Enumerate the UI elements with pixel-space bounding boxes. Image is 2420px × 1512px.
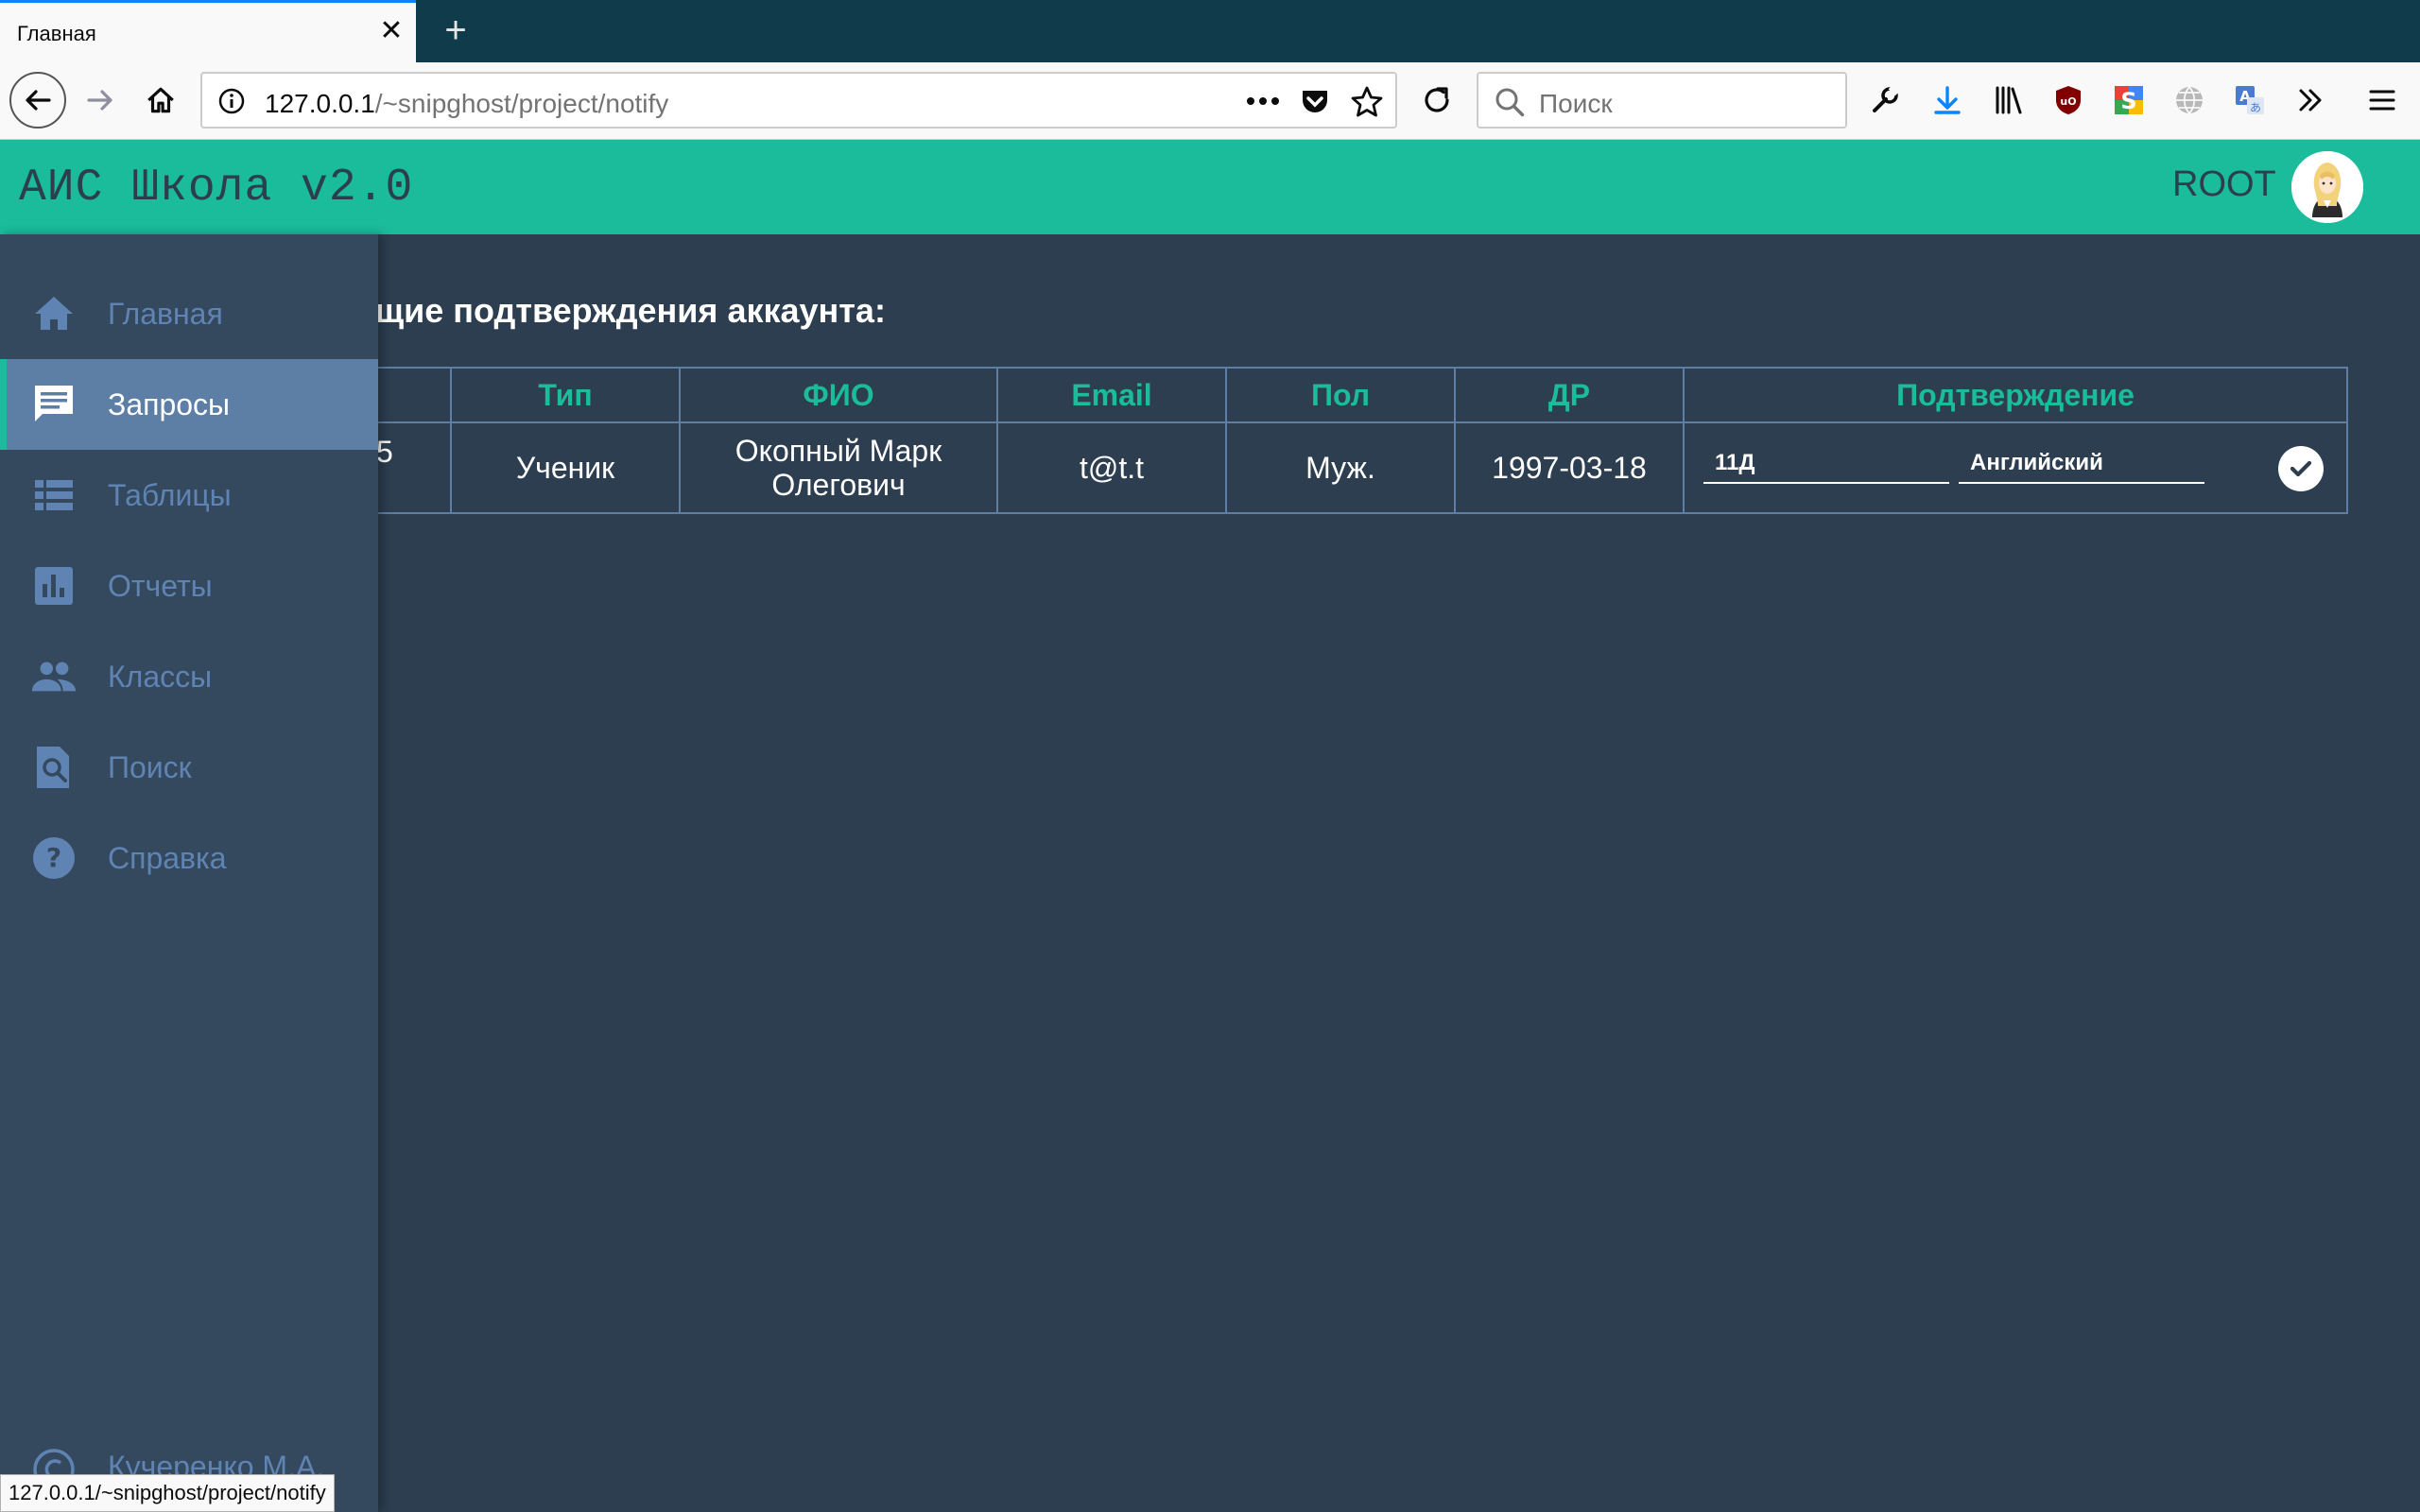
bar-chart-icon [30, 562, 78, 610]
reload-button[interactable] [1410, 74, 1463, 127]
pocket-icon[interactable] [1299, 85, 1331, 117]
sidebar-item-label: Поиск [108, 749, 192, 784]
cell-fio-line1: Окопный Марк [735, 434, 942, 468]
column-header-type: Тип [450, 367, 681, 423]
cell-birthdate: 1997-03-18 [1454, 421, 1685, 514]
arrow-left-icon [26, 90, 51, 111]
new-tab-button[interactable]: + [437, 8, 475, 53]
cell-gender: Муж. [1225, 421, 1456, 514]
url-bar[interactable]: 127.0.0.1/~snipghost/project/notify [200, 72, 1397, 129]
cell-type: Ученик [450, 421, 681, 514]
browser-toolbar: 127.0.0.1/~snipghost/project/notify Поис… [0, 62, 2420, 140]
library-icon [1996, 86, 2022, 114]
arrow-right-icon [87, 90, 112, 111]
translate-icon: Aあ [2236, 86, 2264, 114]
globe-icon [2176, 86, 2203, 114]
info-icon [218, 88, 245, 114]
sidebar-item-home[interactable]: Главная [0, 268, 378, 359]
double-chevron-right-icon [2299, 89, 2322, 112]
library-button[interactable] [1981, 74, 2034, 127]
home-icon [147, 87, 174, 113]
bookmark-star-icon[interactable] [1350, 85, 1384, 119]
sidebar-item-label: Главная [108, 296, 223, 331]
sidebar-item-label: Отчеты [108, 568, 213, 603]
hamburger-icon [2369, 90, 2395, 111]
checkmark-icon [2290, 460, 2312, 477]
sidebar-item-classes[interactable]: Классы [0, 631, 378, 722]
class-input[interactable]: 11Д [1703, 442, 1949, 484]
sidebar-item-reports[interactable]: Отчеты [0, 541, 378, 631]
home-icon [30, 290, 78, 337]
cell-fio: Окопный Марк Олегович [679, 421, 998, 514]
requests-table: Тип ФИО Email Пол ДР Подтверждение 5 Уче… [170, 367, 2348, 514]
sidebar-item-label: Таблицы [108, 477, 232, 512]
sidebar-item-label: Справка [108, 840, 227, 875]
column-header-gender: Пол [1225, 367, 1456, 423]
confirm-button[interactable] [2278, 446, 2324, 491]
developer-tools-button[interactable] [1858, 74, 1911, 127]
sidebar-item-label: Запросы [108, 387, 231, 421]
more-actions-icon[interactable] [1246, 96, 1280, 106]
svg-text:uO: uO [2060, 95, 2076, 108]
translate-button[interactable]: Aあ [2223, 74, 2276, 127]
back-button[interactable] [9, 72, 66, 129]
svg-text:?: ? [46, 842, 61, 873]
downloads-button[interactable] [1921, 74, 1974, 127]
forward-button[interactable] [74, 74, 127, 127]
extension-s-button[interactable]: S [2102, 74, 2155, 127]
cell-email: t@t.t [996, 421, 1227, 514]
app-header: АИС Школа v2.0 ROOT [0, 140, 2420, 234]
sidebar-item-help[interactable]: ? Справка [0, 813, 378, 903]
sidebar-item-label: Классы [108, 659, 213, 694]
people-icon [30, 653, 78, 700]
avatar[interactable] [2291, 151, 2363, 223]
s-extension-icon: S [2115, 86, 2143, 114]
help-icon: ? [30, 834, 78, 882]
ublock-shield-icon: uO [2056, 86, 2081, 114]
user-name[interactable]: ROOT [2172, 164, 2276, 205]
message-icon [30, 381, 78, 428]
magnifier-icon [1495, 88, 1525, 117]
column-header-email: Email [996, 367, 1227, 423]
browser-search-input[interactable]: Поиск [1477, 72, 1847, 129]
reload-icon [1425, 87, 1449, 112]
tab-close-icon[interactable]: ✕ [376, 16, 406, 46]
browser-tab-bar: Главная ✕ + [0, 0, 2420, 62]
home-button[interactable] [134, 74, 187, 127]
url-host: 127.0.0.1 [265, 89, 375, 118]
status-url-tooltip: 127.0.0.1/~snipghost/project/notify [0, 1474, 335, 1512]
url-path: /~snipghost/project/notify [374, 89, 669, 118]
tab-title: Главная [17, 22, 96, 45]
app-title[interactable]: АИС Школа v2.0 [19, 163, 413, 214]
ublock-button[interactable]: uO [2042, 74, 2095, 127]
search-doc-icon [30, 744, 78, 791]
sidebar: Главная Запросы Таблицы Отчеты Классы По… [0, 234, 378, 1512]
column-header-fio: ФИО [679, 367, 998, 423]
hamburger-menu-button[interactable] [2356, 74, 2409, 127]
sidebar-item-tables[interactable]: Таблицы [0, 450, 378, 541]
table-row: 5 Ученик Окопный Марк Олегович t@t.t Муж… [170, 421, 2348, 514]
cell-fio-line2: Олегович [771, 468, 906, 502]
wrench-icon [1873, 84, 1901, 112]
svg-text:あ: あ [2250, 101, 2261, 114]
cell-confirmation: 11Д Английский [1683, 421, 2348, 514]
globe-button[interactable] [2163, 74, 2216, 127]
table-icon [30, 472, 78, 519]
svg-text:S: S [2120, 88, 2136, 114]
column-header-confirmation: Подтверждение [1683, 367, 2348, 423]
overflow-menu-button[interactable] [2284, 74, 2337, 127]
cell-id-value: 5 [376, 435, 393, 469]
download-icon [1934, 86, 1961, 114]
language-input[interactable]: Английский [1959, 442, 2204, 484]
avatar-image [2291, 151, 2363, 223]
sidebar-item-requests[interactable]: Запросы [0, 359, 378, 450]
search-placeholder: Поиск [1539, 89, 1613, 118]
column-header-birthdate: ДР [1454, 367, 1685, 423]
url-text: 127.0.0.1/~snipghost/project/notify [265, 89, 668, 119]
sidebar-item-search[interactable]: Поиск [0, 722, 378, 813]
browser-tab[interactable]: Главная ✕ [0, 0, 416, 62]
table-header-row: Тип ФИО Email Пол ДР Подтверждение [170, 367, 2348, 423]
